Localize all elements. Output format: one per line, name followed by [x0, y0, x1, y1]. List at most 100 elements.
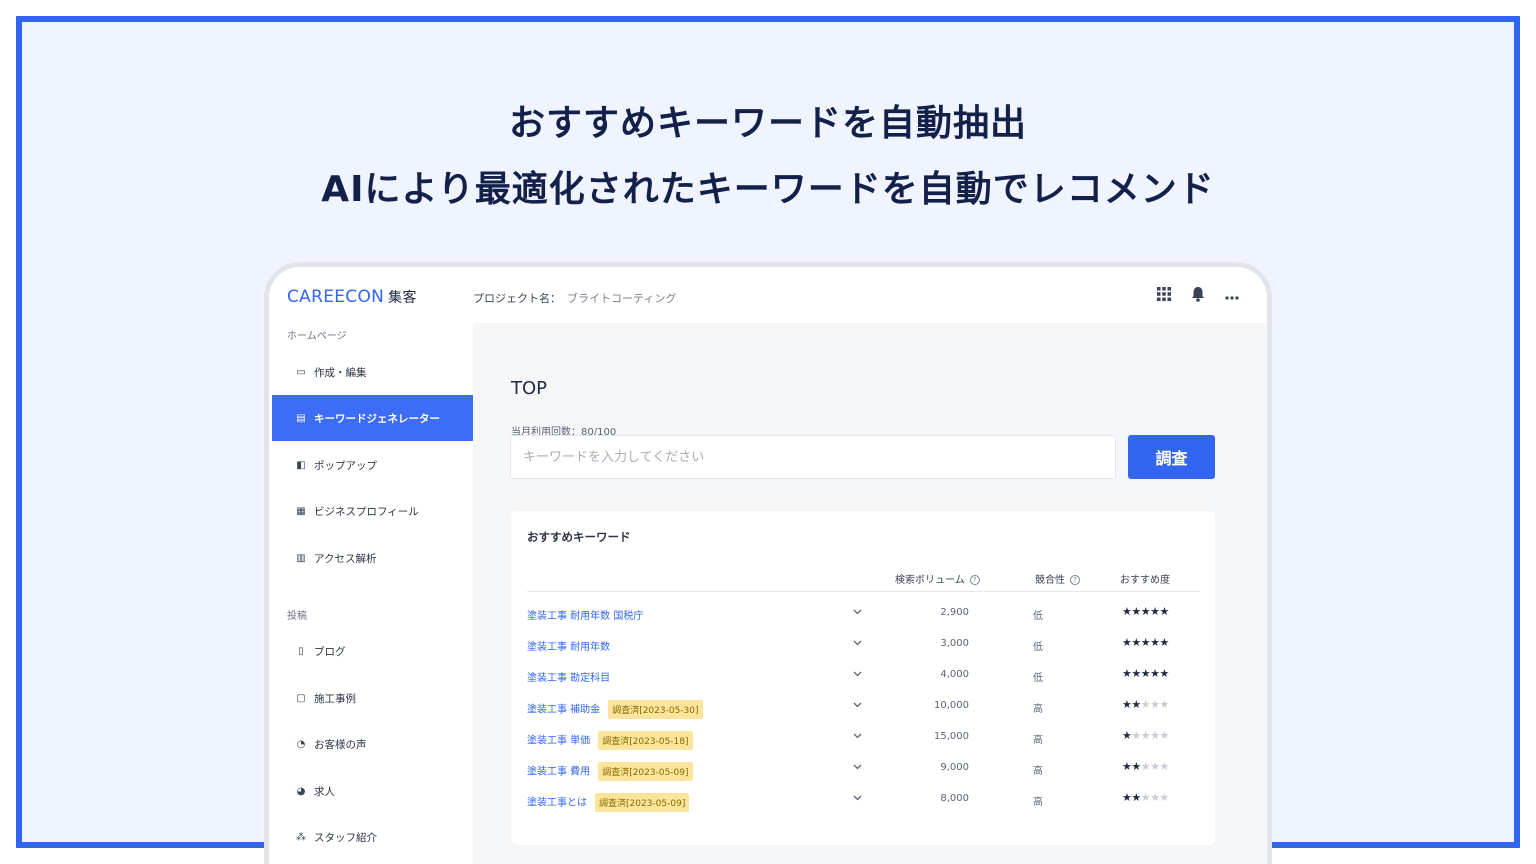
sidebar-item-staff[interactable]: ⁂ スタッフ紹介 [272, 814, 473, 860]
main-content: TOP 当月利用回数：80/100 調査 おすすめキーワード 検索ボリューム? … [473, 323, 1267, 864]
staff-icon: ⁂ [296, 831, 306, 843]
researched-badge: 調査済[2023-05-18] [598, 731, 693, 750]
sidebar-item-label: 作成・編集 [314, 366, 367, 379]
logo-sub: 集客 [388, 290, 417, 306]
keyword-link[interactable]: 塗装工事とは [527, 798, 587, 809]
logo-main: CAREECON [287, 287, 385, 307]
keyword-cell[interactable]: 塗装工事 補助金 調査済[2023-05-30] [527, 700, 703, 719]
star-filled-icon: ★ [1140, 605, 1151, 618]
sidebar-item-works[interactable]: ▢ 施工事例 [272, 675, 473, 721]
star-filled-icon: ★ [1122, 667, 1132, 680]
keyword-cell[interactable]: 塗装工事 耐用年数 国税庁 [527, 607, 643, 622]
sidebar-item-edit[interactable]: ▭ 作成・編集 [272, 349, 473, 395]
sidebar-item-blog[interactable]: ▯ ブログ [272, 628, 473, 674]
sidebar-item-label: 施工事例 [314, 692, 356, 705]
table-row[interactable]: 塗装工事とは 調査済[2023-05-09] 8,000 高 ★★★★★ [511, 785, 1215, 816]
keyword-input[interactable] [510, 435, 1116, 479]
sidebar-item-business-profile[interactable]: ▦ ビジネスプロフィール [272, 488, 473, 534]
recommended-keywords-card: おすすめキーワード 検索ボリューム? 競合性? おすすめ度 塗装工事 耐用年数 … [511, 511, 1215, 845]
project-info: プロジェクト名： ブライトコーティング [473, 290, 676, 306]
search-button[interactable]: 調査 [1128, 435, 1215, 479]
table-row[interactable]: 塗装工事 補助金 調査済[2023-05-30] 10,000 高 ★★★★★ [511, 692, 1215, 723]
header-divider [527, 591, 1200, 592]
more-horizontal-icon[interactable] [1223, 287, 1241, 305]
chevron-down-icon[interactable] [853, 698, 862, 711]
logo[interactable]: CAREECON 集客 [287, 287, 417, 307]
star-filled-icon: ★ [1122, 605, 1132, 618]
sidebar-item-testimonials[interactable]: ◔ お客様の声 [272, 721, 473, 767]
table-row[interactable]: 塗装工事 勘定科目 4,000 低 ★★★★★ [511, 661, 1215, 692]
bell-icon[interactable] [1189, 287, 1207, 305]
researched-badge: 調査済[2023-05-09] [598, 762, 693, 781]
recommend-stars: ★★★★★ [1122, 667, 1169, 680]
recommend-stars: ★★★★★ [1122, 729, 1169, 742]
section-label-posts: 投稿 [287, 611, 307, 622]
competition-cell: 高 [1033, 735, 1043, 746]
sidebar-item-analytics[interactable]: ▥ アクセス解析 [272, 535, 473, 581]
chevron-down-icon[interactable] [853, 760, 862, 773]
table-row[interactable]: 塗装工事 費用 調査済[2023-05-09] 9,000 高 ★★★★★ [511, 754, 1215, 785]
sidebar-item-label: スタッフ紹介 [314, 831, 377, 844]
help-icon[interactable]: ? [1070, 575, 1080, 585]
project-label: プロジェクト名： [473, 292, 561, 305]
headline-line-1: おすすめキーワードを自動抽出 [508, 103, 1027, 144]
volume-cell: 8,000 [940, 793, 969, 804]
keyword-cell[interactable]: 塗装工事 勘定科目 [527, 669, 610, 684]
star-empty-icon: ★ [1159, 729, 1170, 742]
page-title: TOP [511, 378, 548, 399]
keyword-cell[interactable]: 塗装工事 単価 調査済[2023-05-18] [527, 731, 693, 750]
keyword-cell[interactable]: 塗装工事 耐用年数 [527, 638, 610, 653]
apps-grid-icon[interactable] [1155, 287, 1173, 305]
competition-cell: 高 [1033, 704, 1043, 715]
top-bar: CAREECON 集客 プロジェクト名： ブライトコーティング [269, 267, 1267, 323]
project-name: ブライトコーティング [567, 292, 677, 305]
column-header-competition-label: 競合性 [1035, 575, 1065, 586]
users-icon: ◔ [296, 738, 306, 750]
star-filled-icon: ★ [1122, 636, 1132, 649]
recommend-stars: ★★★★★ [1122, 791, 1169, 804]
recommend-stars: ★★★★★ [1122, 760, 1169, 773]
keyword-cell[interactable]: 塗装工事とは 調査済[2023-05-09] [527, 793, 690, 812]
star-empty-icon: ★ [1140, 760, 1151, 773]
star-filled-icon: ★ [1140, 667, 1151, 680]
table-row[interactable]: 塗装工事 耐用年数 国税庁 2,900 低 ★★★★★ [511, 599, 1215, 630]
keyword-link[interactable]: 塗装工事 費用 [527, 767, 590, 778]
star-filled-icon: ★ [1122, 698, 1132, 711]
monitor-icon: ▭ [296, 366, 306, 378]
keyword-link[interactable]: 塗装工事 単価 [527, 736, 590, 747]
chevron-down-icon[interactable] [853, 605, 862, 618]
table-row[interactable]: 塗装工事 耐用年数 3,000 低 ★★★★★ [511, 630, 1215, 661]
competition-cell: 高 [1033, 797, 1043, 808]
researched-badge: 調査済[2023-05-30] [608, 700, 703, 719]
recruit-icon: ◕ [296, 785, 306, 797]
sidebar-item-keyword-generator[interactable]: ▤ キーワードジェネレーター [272, 395, 473, 441]
star-filled-icon: ★ [1131, 760, 1141, 773]
sidebar-item-popup[interactable]: ◧ ポップアップ [272, 442, 473, 488]
star-filled-icon: ★ [1140, 636, 1151, 649]
volume-cell: 15,000 [934, 731, 969, 742]
competition-cell: 低 [1033, 611, 1043, 622]
star-empty-icon: ★ [1140, 791, 1151, 804]
keyword-link[interactable]: 塗装工事 耐用年数 国税庁 [527, 611, 643, 622]
help-icon[interactable]: ? [969, 575, 980, 585]
column-header-recommend: おすすめ度 [1120, 575, 1170, 586]
chevron-down-icon[interactable] [853, 636, 862, 649]
researched-badge: 調査済[2023-05-09] [595, 793, 690, 812]
keyword-link[interactable]: 塗装工事 勘定科目 [527, 673, 610, 684]
chart-icon: ▥ [296, 552, 306, 564]
keyword-link[interactable]: 塗装工事 耐用年数 [527, 642, 610, 653]
sidebar-item-label: ポップアップ [314, 459, 377, 472]
sidebar-item-recruit[interactable]: ◕ 求人 [272, 768, 473, 814]
keyword-cell[interactable]: 塗装工事 費用 調査済[2023-05-09] [527, 762, 693, 781]
popup-icon: ◧ [296, 459, 306, 471]
card-title: おすすめキーワード [527, 530, 631, 544]
star-filled-icon: ★ [1131, 791, 1141, 804]
table-row[interactable]: 塗装工事 単価 調査済[2023-05-18] 15,000 高 ★★★★★ [511, 723, 1215, 754]
star-filled-icon: ★ [1131, 636, 1141, 649]
chevron-down-icon[interactable] [853, 791, 862, 804]
sidebar-item-label: ビジネスプロフィール [314, 505, 419, 518]
chevron-down-icon[interactable] [853, 667, 862, 680]
chevron-down-icon[interactable] [853, 729, 862, 742]
headline-line-2: AIにより最適化されたキーワードを自動でレコメンド [321, 169, 1215, 210]
keyword-link[interactable]: 塗装工事 補助金 [527, 705, 600, 716]
